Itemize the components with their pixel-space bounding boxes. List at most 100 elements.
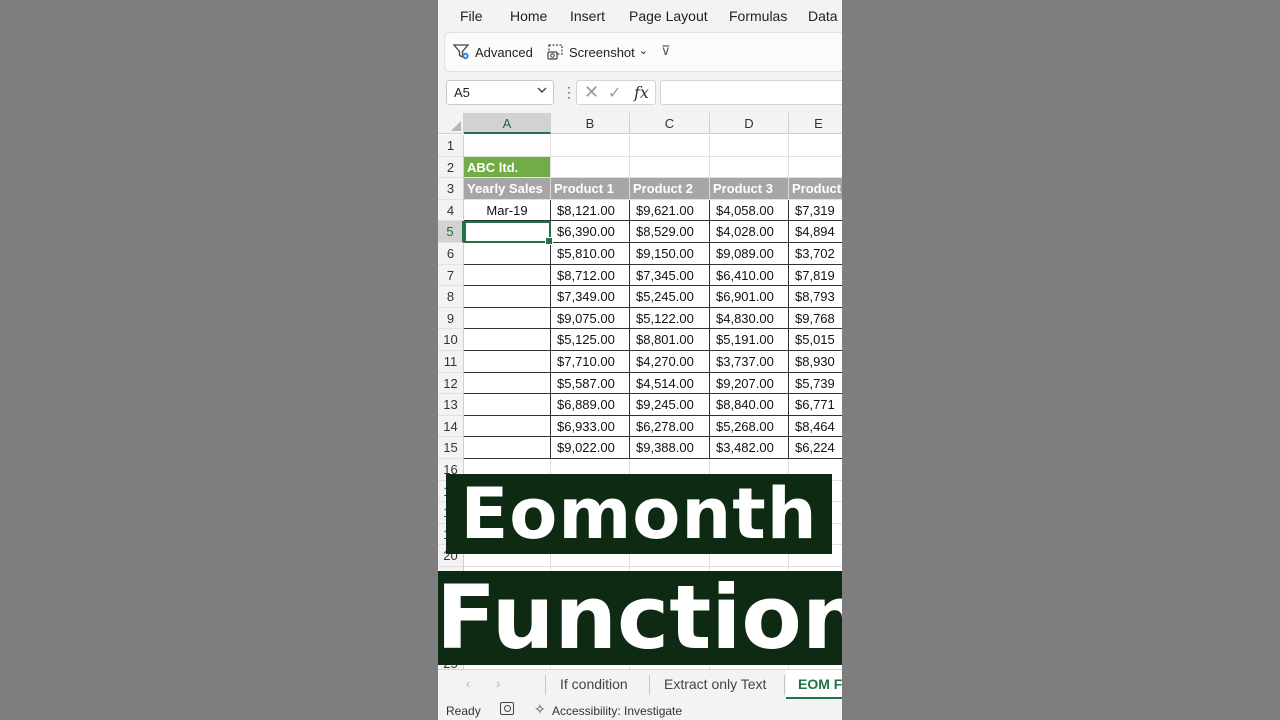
- menu-formulas[interactable]: Formulas: [729, 8, 787, 24]
- accessibility-status[interactable]: Accessibility: Investigate: [552, 704, 682, 718]
- row-header-9[interactable]: 9: [438, 307, 464, 330]
- sales-cell-d12[interactable]: $9,207.00: [710, 372, 789, 395]
- cancel-icon[interactable]: ✕: [584, 82, 599, 103]
- row-header-14[interactable]: 14: [438, 415, 464, 438]
- empty-cell-c1[interactable]: [630, 135, 710, 157]
- row-header-6[interactable]: 6: [438, 243, 464, 265]
- tab-eom-function[interactable]: EOM F: [786, 670, 842, 699]
- formula-input[interactable]: [660, 80, 842, 105]
- menu-home[interactable]: Home: [510, 8, 547, 24]
- sales-cell-e8[interactable]: $8,793: [789, 286, 842, 308]
- row-header-4[interactable]: 4: [438, 199, 464, 222]
- date-cell-a15[interactable]: [464, 437, 551, 459]
- date-cell-a14[interactable]: [464, 415, 551, 438]
- sales-cell-b13[interactable]: $6,889.00: [551, 394, 630, 416]
- sales-cell-d5[interactable]: $4,028.00: [710, 221, 789, 243]
- empty-cell-e1[interactable]: [789, 135, 842, 157]
- row-header-5[interactable]: 5: [438, 221, 464, 243]
- row-header-7[interactable]: 7: [438, 264, 464, 287]
- header-cell-b3[interactable]: Product 1: [551, 178, 630, 200]
- row-header-3[interactable]: 3: [438, 178, 464, 200]
- screenshot-button[interactable]: Screenshot ⌄: [547, 43, 648, 61]
- sales-cell-d8[interactable]: $6,901.00: [710, 286, 789, 308]
- menu-insert[interactable]: Insert: [570, 8, 605, 24]
- sales-cell-b10[interactable]: $5,125.00: [551, 329, 630, 351]
- sales-cell-b7[interactable]: $8,712.00: [551, 264, 630, 287]
- tab-next-icon[interactable]: ›: [496, 676, 500, 691]
- date-cell-a6[interactable]: [464, 243, 551, 265]
- row-header-10[interactable]: 10: [438, 329, 464, 351]
- sales-cell-b5[interactable]: $6,390.00: [551, 221, 630, 243]
- sales-cell-e9[interactable]: $9,768: [789, 308, 842, 330]
- sales-cell-b15[interactable]: $9,022.00: [551, 437, 630, 459]
- sales-cell-d14[interactable]: $5,268.00: [710, 415, 789, 438]
- sales-cell-d15[interactable]: $3,482.00: [710, 437, 789, 459]
- sales-cell-c8[interactable]: $5,245.00: [630, 286, 710, 308]
- date-cell-a10[interactable]: [464, 329, 551, 351]
- menu-file[interactable]: File: [460, 8, 483, 24]
- sales-cell-b12[interactable]: $5,587.00: [551, 372, 630, 395]
- date-cell-a13[interactable]: [464, 394, 551, 416]
- sales-cell-b8[interactable]: $7,349.00: [551, 286, 630, 308]
- tab-prev-icon[interactable]: ‹: [466, 676, 470, 691]
- sales-cell-e11[interactable]: $8,930: [789, 351, 842, 373]
- sales-cell-e6[interactable]: $3,702: [789, 243, 842, 265]
- sales-cell-d4[interactable]: $4,058.00: [710, 199, 789, 222]
- sales-cell-b9[interactable]: $9,075.00: [551, 307, 630, 330]
- row-header-13[interactable]: 13: [438, 394, 464, 416]
- sales-cell-d7[interactable]: $6,410.00: [710, 264, 789, 287]
- sales-cell-c6[interactable]: $9,150.00: [630, 243, 710, 265]
- column-header-e[interactable]: E: [789, 113, 842, 134]
- date-cell-a12[interactable]: [464, 372, 551, 395]
- header-cell-c3[interactable]: Product 2: [630, 178, 710, 200]
- select-all-corner[interactable]: [438, 113, 464, 134]
- sales-cell-e12[interactable]: $5,739: [789, 373, 842, 395]
- sales-cell-e7[interactable]: $7,819: [789, 265, 842, 287]
- header-cell-e3[interactable]: Product: [789, 178, 842, 200]
- row-header-1[interactable]: 1: [438, 135, 464, 157]
- empty-cell-b1[interactable]: [551, 135, 630, 157]
- macro-recorder-icon[interactable]: [500, 702, 514, 715]
- empty-cell-d1[interactable]: [710, 135, 789, 157]
- empty-cell-d2[interactable]: [710, 156, 789, 179]
- menu-data[interactable]: Data: [808, 8, 838, 24]
- sales-cell-c14[interactable]: $6,278.00: [630, 415, 710, 438]
- header-cell-a3[interactable]: Yearly Sales: [464, 178, 551, 200]
- sales-cell-c9[interactable]: $5,122.00: [630, 307, 710, 330]
- row-header-11[interactable]: 11: [438, 351, 464, 373]
- sales-cell-d11[interactable]: $3,737.00: [710, 351, 789, 373]
- empty-cell-b2[interactable]: [551, 156, 630, 179]
- sales-cell-c12[interactable]: $4,514.00: [630, 372, 710, 395]
- sales-cell-d9[interactable]: $4,830.00: [710, 307, 789, 330]
- sales-cell-d13[interactable]: $8,840.00: [710, 394, 789, 416]
- empty-cell-a1[interactable]: [464, 135, 551, 157]
- advanced-filter-button[interactable]: Advanced: [452, 43, 533, 61]
- column-header-a[interactable]: A: [464, 113, 551, 134]
- sales-cell-d10[interactable]: $5,191.00: [710, 329, 789, 351]
- sales-cell-c7[interactable]: $7,345.00: [630, 264, 710, 287]
- ribbon-more-button[interactable]: ⊽: [661, 43, 671, 59]
- sales-cell-c5[interactable]: $8,529.00: [630, 221, 710, 243]
- sales-cell-e15[interactable]: $6,224: [789, 437, 842, 459]
- active-cell-selection[interactable]: [464, 221, 553, 245]
- sales-cell-c11[interactable]: $4,270.00: [630, 351, 710, 373]
- tab-extract-only-text[interactable]: Extract only Text: [664, 676, 766, 692]
- name-box[interactable]: A5: [446, 80, 554, 105]
- vertical-dots-icon[interactable]: ⋮: [562, 84, 576, 101]
- sales-cell-e14[interactable]: $8,464: [789, 416, 842, 438]
- sales-cell-e10[interactable]: $5,015: [789, 329, 842, 351]
- empty-cell-c2[interactable]: [630, 156, 710, 179]
- date-cell-a9[interactable]: [464, 307, 551, 330]
- sales-cell-b11[interactable]: $7,710.00: [551, 351, 630, 373]
- date-cell-a7[interactable]: [464, 264, 551, 287]
- column-header-b[interactable]: B: [551, 113, 630, 134]
- sales-cell-c13[interactable]: $9,245.00: [630, 394, 710, 416]
- date-cell-a11[interactable]: [464, 351, 551, 373]
- date-cell-a8[interactable]: [464, 286, 551, 308]
- sales-cell-e13[interactable]: $6,771: [789, 394, 842, 416]
- sales-cell-b4[interactable]: $8,121.00: [551, 199, 630, 222]
- tab-if-condition[interactable]: If condition: [560, 676, 628, 692]
- sales-cell-e4[interactable]: $7,319: [789, 200, 842, 222]
- sales-cell-d6[interactable]: $9,089.00: [710, 243, 789, 265]
- sales-cell-c4[interactable]: $9,621.00: [630, 199, 710, 222]
